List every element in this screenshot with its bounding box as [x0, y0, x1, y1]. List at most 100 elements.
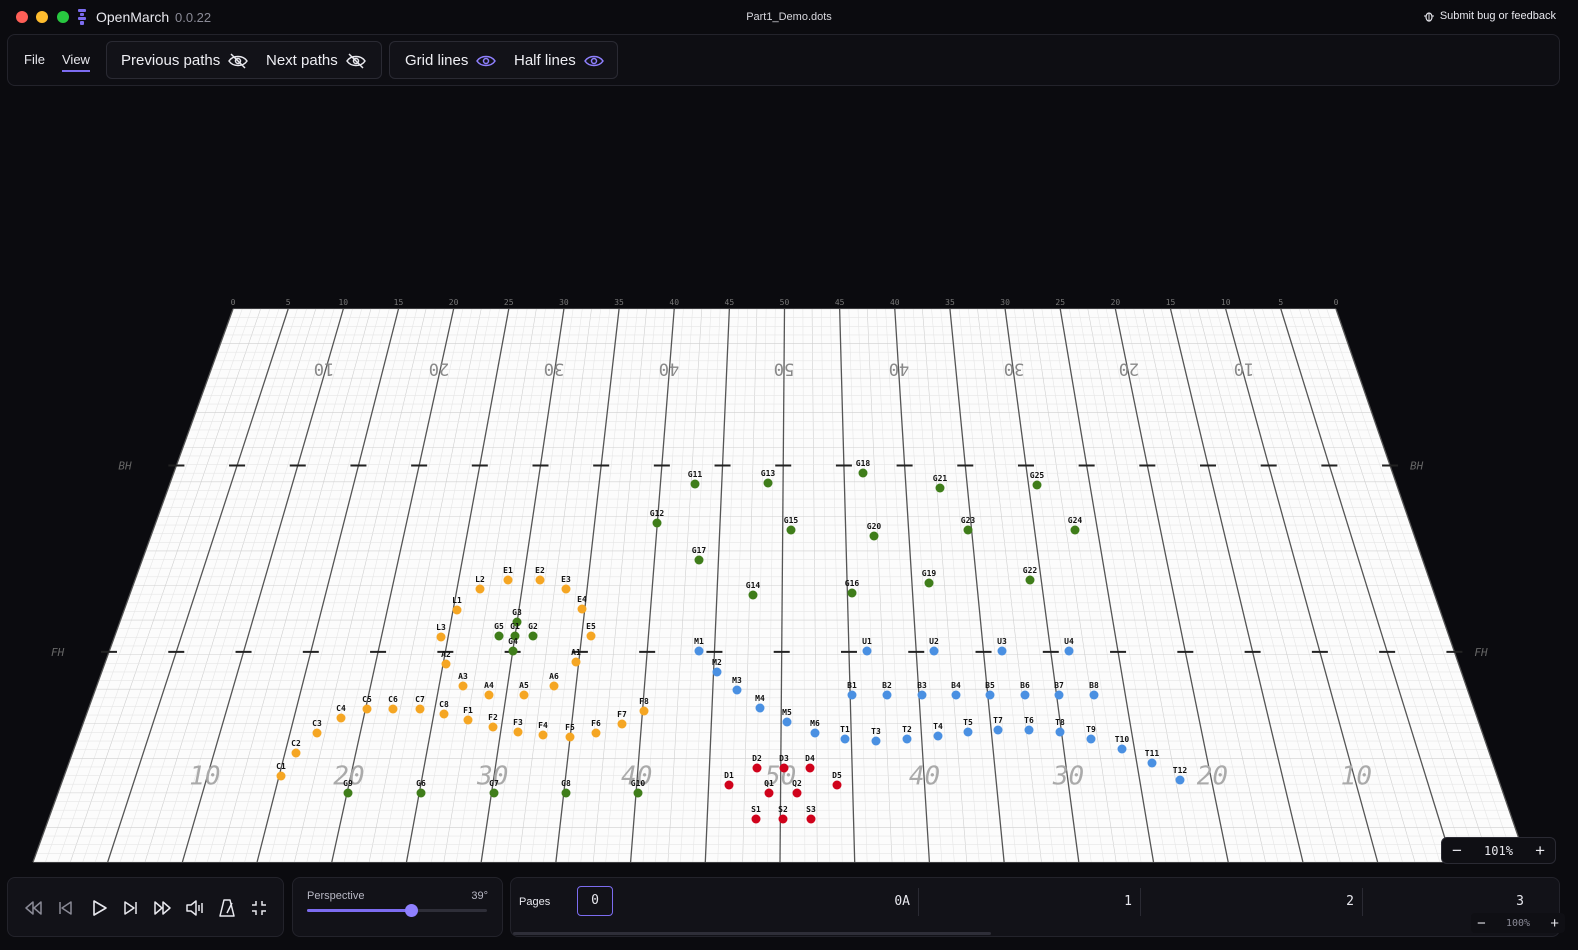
page-3[interactable]: 3	[1362, 888, 1532, 916]
performer-label: F8	[639, 697, 649, 706]
football-field[interactable]: BH BHFH FH0 5 10 15 20 25 30 35 40 45 50 45 40 35 30 25 20…	[0, 290, 1578, 870]
title-bar: OpenMarch 0.0.22 Part1_Demo.dots Submit …	[0, 0, 1578, 34]
skip-back-icon[interactable]	[54, 897, 76, 919]
performer-dot	[535, 575, 545, 585]
performer-dot	[488, 722, 498, 732]
next-paths-label: Next paths	[266, 52, 338, 69]
skip-forward-icon[interactable]	[120, 897, 142, 919]
performer-dot	[591, 728, 601, 738]
performer-label: C2	[291, 739, 301, 748]
performer-dot	[312, 728, 322, 738]
rewind-icon[interactable]	[22, 897, 44, 919]
performer-dot	[475, 584, 485, 594]
sideline-tick-label: 0	[1334, 298, 1339, 307]
half-lines-toggle[interactable]: Half lines	[514, 52, 604, 69]
perspective-value: 39°	[471, 890, 488, 902]
performer-label: D1	[724, 771, 734, 780]
zoom-out-button[interactable]: −	[1452, 842, 1462, 859]
performer-label: A3	[458, 672, 468, 681]
next-paths-toggle[interactable]: Next paths	[266, 52, 366, 69]
maximize-window-button[interactable]	[57, 11, 69, 23]
close-window-button[interactable]	[16, 11, 28, 23]
timeline-zoom-out-button[interactable]: −	[1477, 915, 1486, 932]
timeline-zoom-in-button[interactable]: +	[1550, 915, 1559, 932]
performer-dot	[633, 788, 643, 798]
fast-forward-icon[interactable]	[152, 897, 174, 919]
yard-number-bottom: 40	[909, 762, 940, 792]
performer-dot	[452, 605, 462, 615]
performer-dot	[858, 468, 868, 478]
performer-dot	[935, 483, 945, 493]
zoom-in-button[interactable]: +	[1535, 842, 1545, 859]
playback-controls	[7, 877, 284, 937]
sideline-tick-label: 20	[1111, 298, 1121, 307]
performer-label: G21	[933, 474, 948, 483]
eye-icon	[476, 55, 497, 66]
perspective-slider-thumb[interactable]	[405, 904, 419, 917]
performer-label: G11	[688, 470, 703, 479]
performer-label: F1	[463, 706, 473, 715]
performer-dot	[902, 734, 912, 744]
performer-label: B3	[917, 681, 927, 690]
performer-dot	[1032, 480, 1042, 490]
page-2[interactable]: 2	[1140, 888, 1362, 916]
performer-dot	[917, 690, 927, 700]
performer-dot	[690, 479, 700, 489]
performer-dot	[571, 657, 581, 667]
performer-label: B6	[1020, 681, 1030, 690]
sideline-tick-label: 20	[449, 298, 459, 307]
performer-label: G17	[692, 546, 707, 555]
page-1-label: 1	[1124, 894, 1132, 909]
timeline-scrollbar[interactable]	[513, 932, 991, 935]
menu-file[interactable]: File	[24, 52, 45, 67]
performer-label: G7	[489, 779, 499, 788]
performer-dot	[1175, 775, 1185, 785]
feedback-label: Submit bug or feedback	[1439, 10, 1556, 22]
yard-number-top: 20	[429, 358, 449, 378]
grid-lines-toggle[interactable]: Grid lines	[405, 52, 497, 69]
performer-label: G4	[508, 637, 518, 646]
previous-paths-toggle[interactable]: Previous paths	[121, 52, 249, 69]
page-0[interactable]: 0	[577, 886, 613, 916]
page-0a[interactable]: 0A	[613, 888, 918, 916]
metronome-icon[interactable]	[216, 897, 238, 919]
performer-dot	[436, 632, 446, 642]
performer-label: E5	[586, 622, 596, 631]
play-icon[interactable]	[88, 897, 110, 919]
minimize-window-button[interactable]	[36, 11, 48, 23]
yard-number-top: 20	[1119, 358, 1139, 378]
performer-dot	[1024, 725, 1034, 735]
audio-icon[interactable]	[184, 897, 206, 919]
performer-label: T12	[1173, 766, 1188, 775]
performer-dot	[1147, 758, 1157, 768]
feedback-button[interactable]: Submit bug or feedback	[1423, 10, 1556, 22]
performer-dot	[929, 646, 939, 656]
sideline-tick-label: 15	[1166, 298, 1176, 307]
performer-label: B8	[1089, 681, 1099, 690]
performer-label: G3	[512, 608, 522, 617]
performer-dot	[732, 685, 742, 695]
eye-off-icon	[228, 52, 249, 69]
menu-view[interactable]: View	[62, 52, 90, 72]
sideline-tick-label: 40	[669, 298, 679, 307]
yard-number-bottom: 10	[189, 762, 220, 792]
performer-dot	[388, 704, 398, 714]
sideline-tick-label: 45	[725, 298, 735, 307]
performer-dot	[336, 713, 346, 723]
performer-dot	[933, 731, 943, 741]
performer-dot	[1086, 734, 1096, 744]
performer-label: G19	[922, 569, 937, 578]
hash-label: BH	[118, 459, 132, 472]
field-canvas[interactable]: BH BH FH FH 0 5 10 15 20 25 30 35 40 45 50 45 40 35 30 25 20…	[0, 290, 1578, 870]
yard-number-bottom: 10	[1341, 762, 1372, 792]
sideline-tick-label: 10	[338, 298, 348, 307]
page-1[interactable]: 1	[918, 888, 1140, 916]
performer-label: C5	[362, 695, 372, 704]
performer-label: T6	[1024, 716, 1034, 725]
yard-number-top: 40	[659, 358, 679, 378]
collapse-icon[interactable]	[248, 897, 270, 919]
performer-label: M4	[755, 694, 765, 703]
performer-dot	[291, 748, 301, 758]
performer-dot	[577, 604, 587, 614]
perspective-slider[interactable]	[307, 904, 487, 917]
